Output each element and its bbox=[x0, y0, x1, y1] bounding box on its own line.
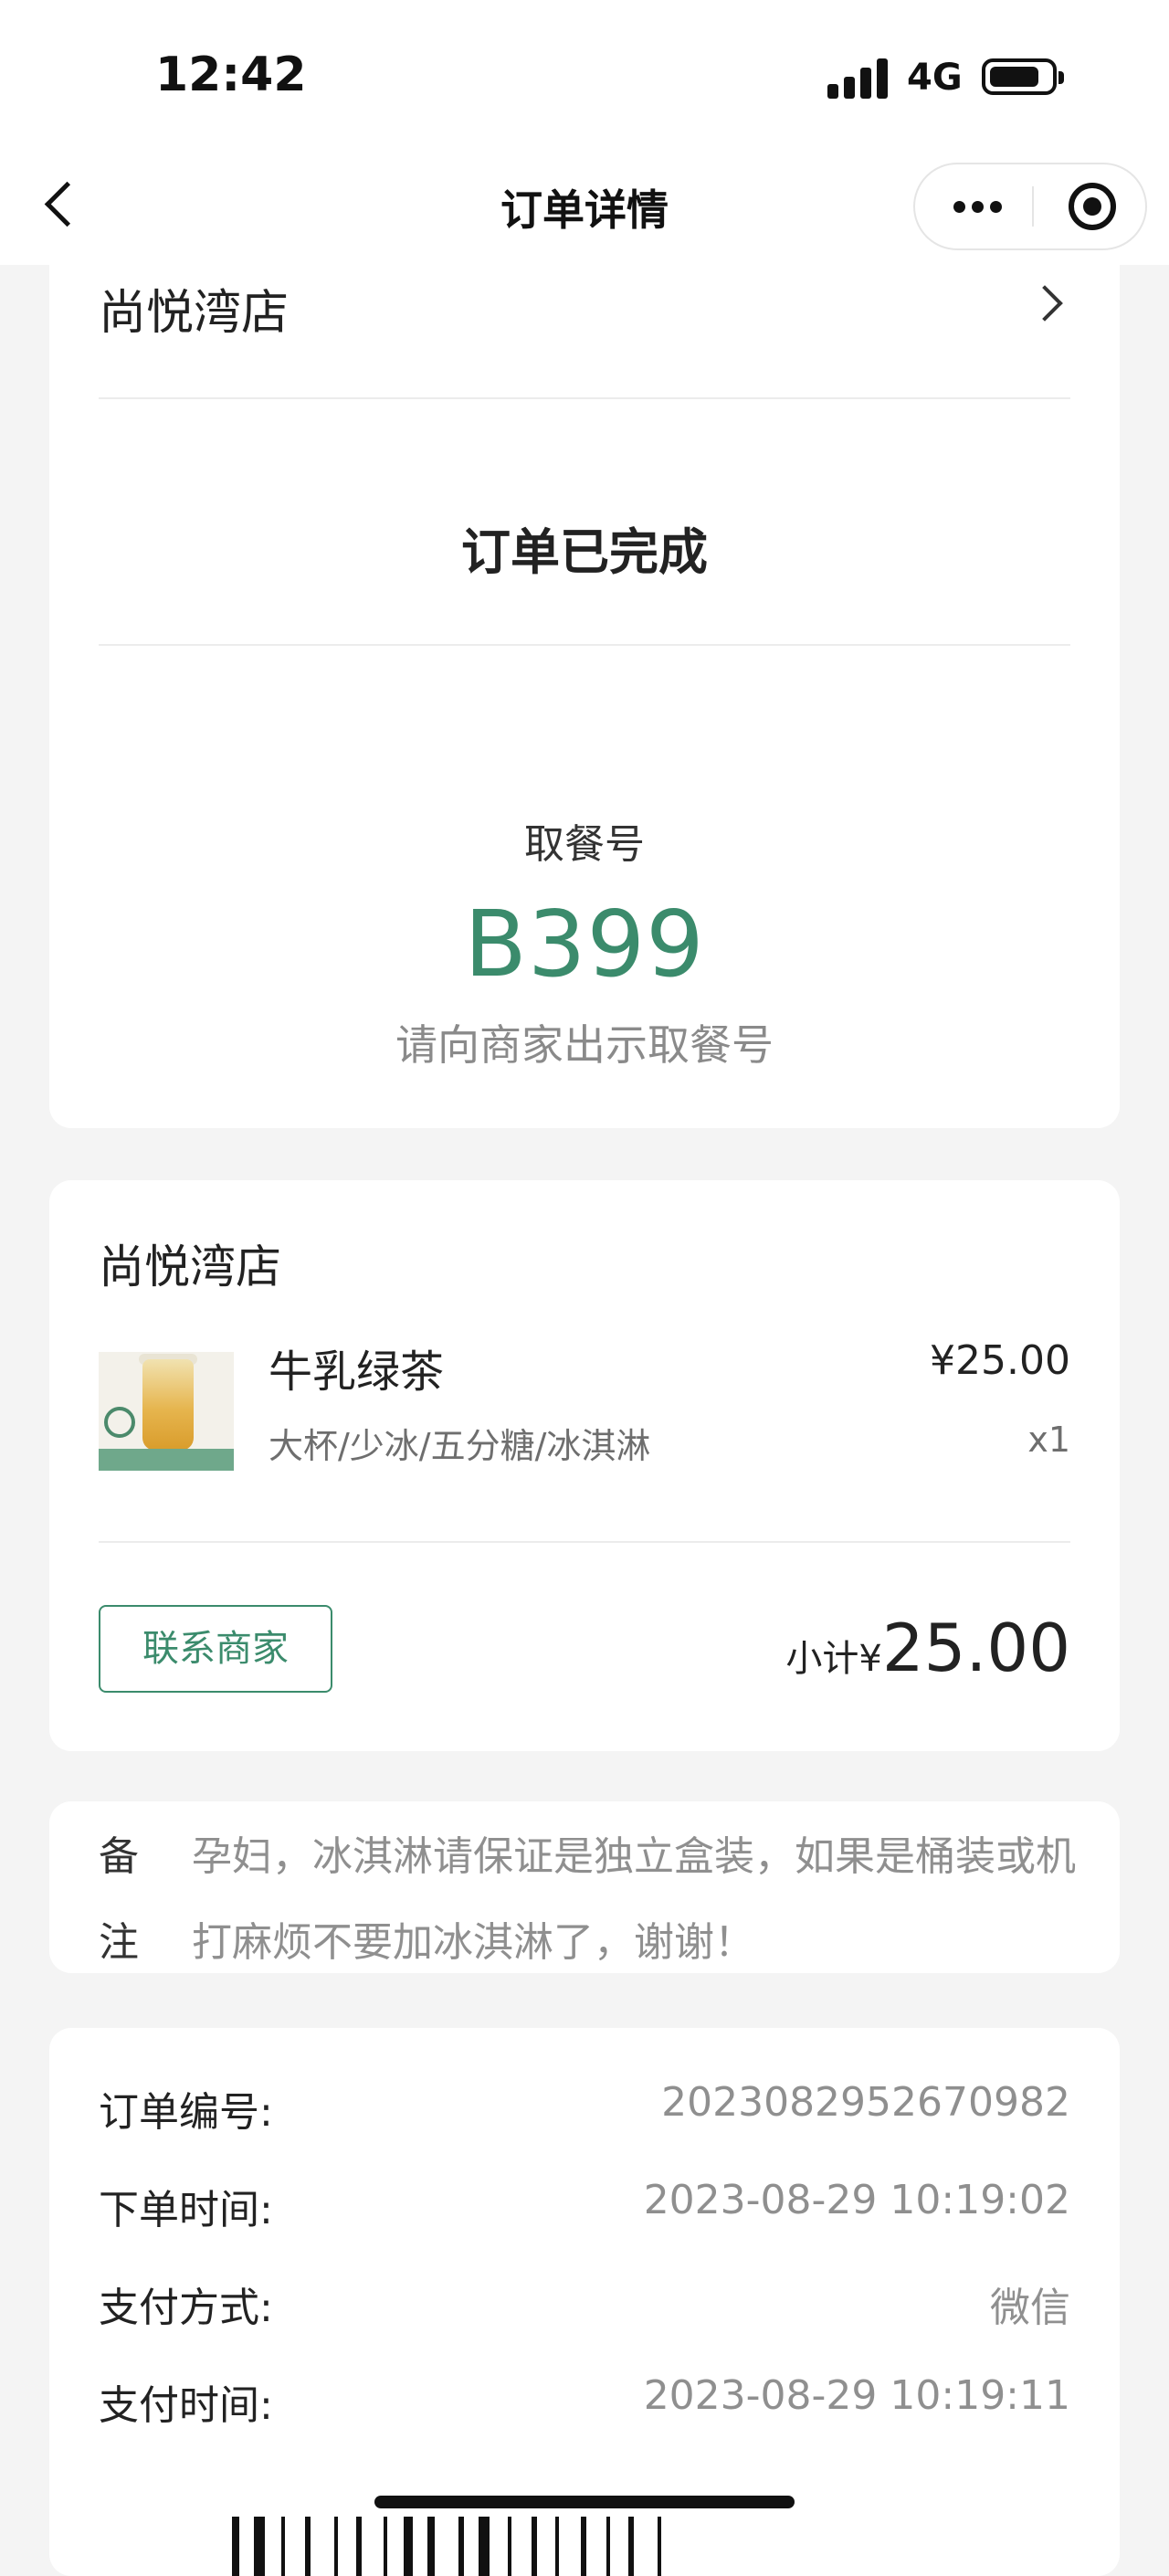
subtotal: 小计¥25.00 bbox=[785, 1610, 1070, 1686]
more-button[interactable] bbox=[915, 164, 1032, 248]
pickup-number: B399 bbox=[464, 891, 705, 998]
payment-time: 2023-08-29 10:19:11 bbox=[643, 2372, 1070, 2419]
order-number: 2023082952670982 bbox=[661, 2079, 1070, 2126]
remark-card: 备 注 孕妇，冰淇淋请保证是独立盒装，如果是桶装或机打麻烦不要加冰淇淋了，谢谢！ bbox=[49, 1801, 1120, 1973]
pickup-label: 取餐号 bbox=[524, 821, 645, 868]
divider bbox=[99, 644, 1070, 646]
divider bbox=[99, 397, 1070, 399]
store-name: 尚悦湾店 bbox=[99, 286, 290, 341]
remark-label: 备 注 bbox=[99, 1833, 139, 1966]
info-row-order-number: 订单编号: 2023082952670982 bbox=[99, 2079, 1070, 2136]
item-name: 牛乳绿茶 bbox=[269, 1346, 445, 1398]
payment-method: 微信 bbox=[990, 2285, 1070, 2331]
contact-merchant-button[interactable]: 联系商家 bbox=[99, 1605, 332, 1693]
store-link[interactable]: 尚悦湾店 bbox=[99, 274, 1070, 341]
pickup-hint: 请向商家出示取餐号 bbox=[395, 1020, 774, 1070]
order-info-card: 订单编号: 2023082952670982 下单时间: 2023-08-29 … bbox=[49, 2028, 1120, 2576]
item-qty: x1 bbox=[1027, 1420, 1070, 1460]
subtotal-amount: 25.00 bbox=[881, 1610, 1070, 1686]
capsule-divider bbox=[1032, 186, 1034, 227]
order-status: 订单已完成 bbox=[461, 523, 708, 581]
mini-program-capsule bbox=[913, 163, 1147, 250]
chevron-right-icon bbox=[1027, 285, 1063, 322]
items-card: 尚悦湾店 牛乳绿茶 ¥25.00 大杯/少冰/五分糖/冰淇淋 x1 联系商家 小… bbox=[49, 1180, 1120, 1751]
top-bar: 12:42 4G 订单详情 bbox=[0, 0, 1169, 265]
network-label: 4G bbox=[907, 57, 963, 99]
item-price: ¥25.00 bbox=[930, 1337, 1070, 1384]
close-miniprogram-button[interactable] bbox=[1050, 164, 1142, 248]
order-status-card: 尚悦湾店 订单已完成 取餐号 B399 请向商家出示取餐号 bbox=[49, 219, 1120, 1128]
divider bbox=[99, 1541, 1070, 1543]
subtotal-label: 小计¥ bbox=[785, 1638, 882, 1680]
more-icon bbox=[953, 201, 965, 213]
remark-text: 孕妇，冰淇淋请保证是独立盒装，如果是桶装或机打麻烦不要加冰淇淋了，谢谢！ bbox=[192, 1833, 1076, 1966]
home-indicator bbox=[374, 2496, 795, 2508]
info-row-payment-method: 支付方式: 微信 bbox=[99, 2275, 1070, 2331]
info-row-payment-time: 支付时间: 2023-08-29 10:19:11 bbox=[99, 2372, 1070, 2429]
product-image bbox=[99, 1352, 234, 1471]
info-row-order-time: 下单时间: 2023-08-29 10:19:02 bbox=[99, 2177, 1070, 2233]
order-time: 2023-08-29 10:19:02 bbox=[643, 2177, 1070, 2223]
battery-icon bbox=[982, 58, 1064, 95]
barcode-icon bbox=[232, 2517, 990, 2576]
signal-icon bbox=[827, 57, 891, 99]
status-time: 12:42 bbox=[155, 48, 307, 102]
items-store-name: 尚悦湾店 bbox=[99, 1240, 281, 1293]
item-spec: 大杯/少冰/五分糖/冰淇淋 bbox=[269, 1426, 651, 1466]
